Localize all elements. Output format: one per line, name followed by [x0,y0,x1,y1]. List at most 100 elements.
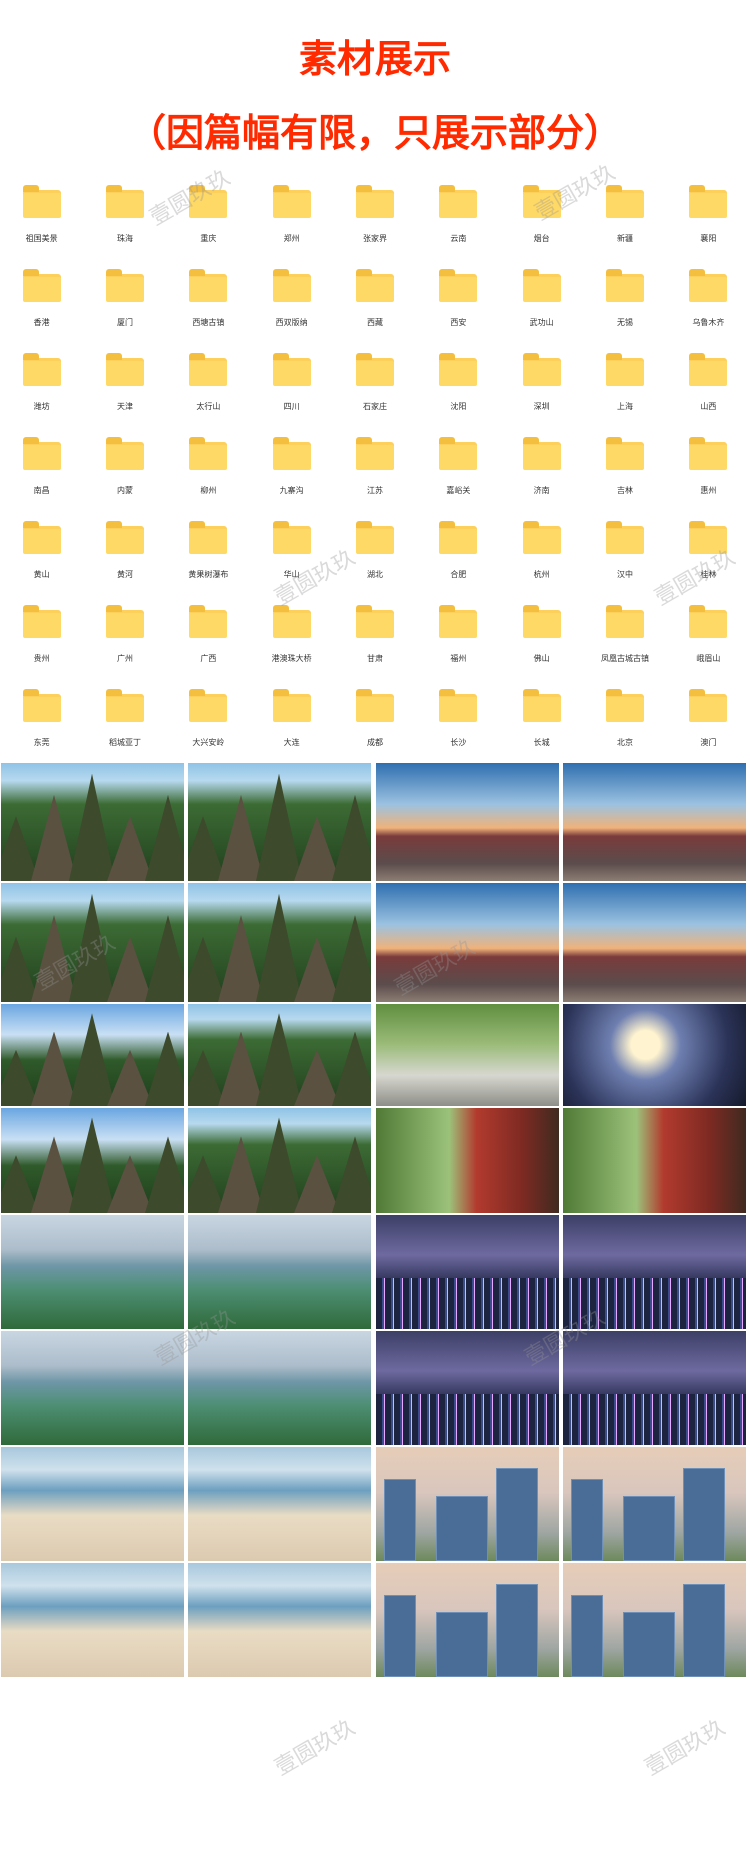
folder-item[interactable]: 祖国美景 [0,170,83,254]
folder-item[interactable]: 甘肃 [333,590,416,674]
folder-item[interactable]: 四川 [250,338,333,422]
folder-item[interactable]: 福州 [417,590,500,674]
folder-item[interactable]: 南昌 [0,422,83,506]
folder-item[interactable]: 武功山 [500,254,583,338]
folder-item[interactable]: 汉中 [583,506,666,590]
folder-item[interactable]: 东莞 [0,674,83,758]
folder-item[interactable]: 西安 [417,254,500,338]
folder-item[interactable]: 沈阳 [417,338,500,422]
folder-item[interactable]: 成都 [333,674,416,758]
folder-icon [522,437,561,470]
folder-item[interactable]: 桂林 [667,506,750,590]
photo-thumbnail [375,1107,560,1214]
folder-item[interactable]: 云南 [417,170,500,254]
photo-thumbnail [0,1330,185,1446]
folder-item[interactable]: 内蒙 [83,422,166,506]
folder-item[interactable]: 天津 [83,338,166,422]
folder-item[interactable]: 郑州 [250,170,333,254]
folder-item[interactable]: 贵州 [0,590,83,674]
folder-item[interactable]: 江苏 [333,422,416,506]
folder-label: 西安 [450,318,467,327]
folder-item[interactable]: 湖北 [333,506,416,590]
folder-item[interactable]: 张家界 [333,170,416,254]
folder-item[interactable]: 西塘古镇 [167,254,250,338]
folder-item[interactable]: 长城 [500,674,583,758]
rock-peak [31,1136,77,1213]
folder-item[interactable]: 凤凰古城古镇 [583,590,666,674]
folder-item[interactable]: 深圳 [500,338,583,422]
folder-item[interactable]: 柳州 [167,422,250,506]
rock-peak [31,794,77,881]
folder-item[interactable]: 珠海 [83,170,166,254]
folder-label: 佛山 [533,654,550,663]
folder-item[interactable]: 黄果树瀑布 [167,506,250,590]
folder-item[interactable]: 嘉峪关 [417,422,500,506]
folder-item[interactable]: 大连 [250,674,333,758]
folder-item[interactable]: 襄阳 [667,170,750,254]
folder-item[interactable]: 华山 [250,506,333,590]
folder-item[interactable]: 合肥 [417,506,500,590]
folder-label: 长城 [533,738,550,747]
office-tower [496,1467,538,1561]
folder-item[interactable]: 黄河 [83,506,166,590]
folder-label: 江苏 [366,486,383,495]
folder-item[interactable]: 九寨沟 [250,422,333,506]
office-tower [683,1583,725,1677]
folder-item[interactable]: 潍坊 [0,338,83,422]
folder-label: 长沙 [450,738,467,747]
folder-label: 郑州 [283,234,300,243]
folder-label: 张家界 [362,234,387,243]
rock-peak [1,1155,39,1213]
rock-peak [1,816,39,881]
folder-label: 石家庄 [362,402,387,411]
folder-item[interactable]: 无锡 [583,254,666,338]
photo-thumbnail [187,1562,372,1678]
folder-item[interactable]: 港澳珠大桥 [250,590,333,674]
folder-item[interactable]: 长沙 [417,674,500,758]
folder-item[interactable]: 山西 [667,338,750,422]
folder-item[interactable]: 稻城亚丁 [83,674,166,758]
rock-peak [218,1136,264,1213]
photo-thumbnail [562,1003,747,1107]
folder-item[interactable]: 西藏 [333,254,416,338]
folder-item[interactable]: 香港 [0,254,83,338]
folder-item[interactable]: 烟台 [500,170,583,254]
folder-item[interactable]: 厦门 [83,254,166,338]
folder-item[interactable]: 新疆 [583,170,666,254]
folder-item[interactable]: 黄山 [0,506,83,590]
folder-label: 嘉峪关 [446,486,471,495]
folder-item[interactable]: 太行山 [167,338,250,422]
folder-item[interactable]: 重庆 [167,170,250,254]
folder-icon [355,521,394,554]
folder-item[interactable]: 吉林 [583,422,666,506]
folder-label: 黄河 [116,570,133,579]
photo-row [0,1003,750,1107]
folder-item[interactable]: 广西 [167,590,250,674]
photo-thumbnail [375,1214,560,1330]
folder-icon [605,437,644,470]
folder-icon [272,689,311,722]
photo-thumbnail [375,1330,560,1446]
photo-thumbnail [562,762,747,882]
folder-item[interactable]: 杭州 [500,506,583,590]
folder-label: 沈阳 [450,402,467,411]
folder-item[interactable]: 峨眉山 [667,590,750,674]
folder-item[interactable]: 惠州 [667,422,750,506]
folder-icon [272,353,311,386]
folder-item[interactable]: 上海 [583,338,666,422]
folder-item[interactable]: 济南 [500,422,583,506]
folder-icon [105,185,144,218]
folder-item[interactable]: 石家庄 [333,338,416,422]
rock-peak [69,773,115,881]
photo-row [0,1330,750,1446]
folder-item[interactable]: 佛山 [500,590,583,674]
folder-item[interactable]: 乌鲁木齐 [667,254,750,338]
folder-item[interactable]: 北京 [583,674,666,758]
folder-item[interactable]: 大兴安岭 [167,674,250,758]
folder-icon [105,605,144,638]
folder-label: 西双版纳 [275,318,308,327]
folder-item[interactable]: 澳门 [667,674,750,758]
folder-item[interactable]: 西双版纳 [250,254,333,338]
folder-icon [605,185,644,218]
folder-item[interactable]: 广州 [83,590,166,674]
